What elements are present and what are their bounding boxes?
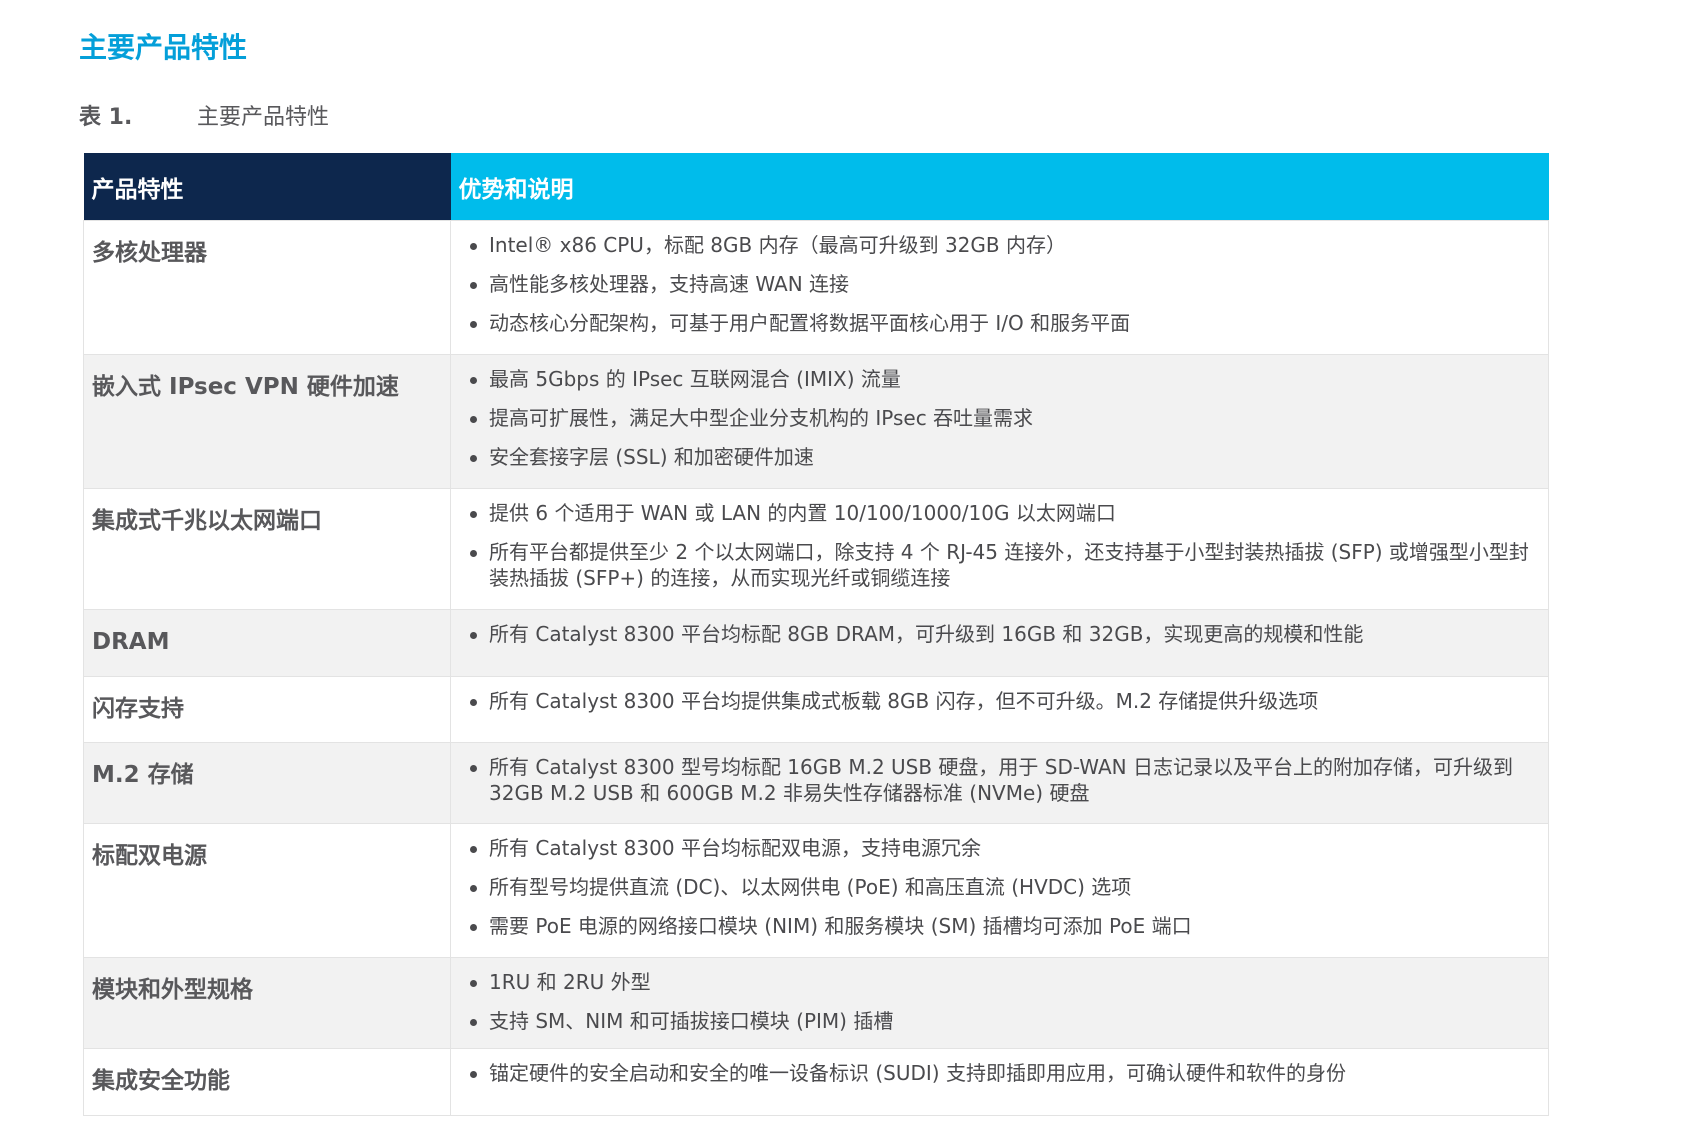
feature-cell: 多核处理器 [83, 220, 451, 355]
section-title: 主要产品特性 [79, 31, 248, 64]
feature-cell: 模块和外型规格 [83, 957, 451, 1049]
bullet-list: 所有 Catalyst 8300 平台均标配双电源，支持电源冗余 所有型号均提供直… [469, 835, 1530, 939]
table-row: 模块和外型规格 1RU 和 2RU 外型 支持 SM、NIM 和可插拔接口模块 (P… [83, 957, 1549, 1049]
bullet-list: 最高 5Gbps 的 IPsec 互联网混合 (IMIX) 流量 提高可扩展性，满… [469, 366, 1530, 470]
bullet-list: 所有 Catalyst 8300 平台均提供集成式板载 8GB 闪存，但不可升级… [469, 688, 1530, 714]
feature-cell: M.2 存储 [83, 742, 451, 824]
list-item: 安全套接字层 (SSL) 和加密硬件加速 [469, 444, 1530, 470]
feature-cell: DRAM [83, 609, 451, 677]
feature-cell: 嵌入式 IPsec VPN 硬件加速 [83, 354, 451, 489]
description-cell: 1RU 和 2RU 外型 支持 SM、NIM 和可插拔接口模块 (PIM) 插槽 [450, 957, 1549, 1049]
list-item: 提供 6 个适用于 WAN 或 LAN 的内置 10/100/1000/10G … [469, 500, 1530, 526]
description-cell: Intel® x86 CPU，标配 8GB 内存（最高可升级到 32GB 内存）… [450, 220, 1549, 355]
table-row: 嵌入式 IPsec VPN 硬件加速 最高 5Gbps 的 IPsec 互联网混合… [83, 354, 1549, 489]
table-row: 集成式千兆以太网端口 提供 6 个适用于 WAN 或 LAN 的内置 10/100… [83, 488, 1549, 610]
table-row: 集成安全功能 锚定硬件的安全启动和安全的唯一设备标识 (SUDI) 支持即插即用应… [83, 1048, 1549, 1116]
table-row: 标配双电源 所有 Catalyst 8300 平台均标配双电源，支持电源冗余 所有型… [83, 823, 1549, 958]
list-item: 支持 SM、NIM 和可插拔接口模块 (PIM) 插槽 [469, 1008, 1530, 1034]
header-product-feature: 产品特性 [83, 153, 451, 221]
description-cell: 所有 Catalyst 8300 平台均提供集成式板载 8GB 闪存，但不可升级… [450, 676, 1549, 743]
table-caption-title: 主要产品特性 [197, 105, 330, 130]
list-item: 动态核心分配架构，可基于用户配置将数据平面核心用于 I/O 和服务平面 [469, 310, 1530, 336]
feature-cell: 标配双电源 [83, 823, 451, 958]
description-cell: 所有 Catalyst 8300 型号均标配 16GB M.2 USB 硬盘，用… [450, 742, 1549, 824]
bullet-list: Intel® x86 CPU，标配 8GB 内存（最高可升级到 32GB 内存）… [469, 232, 1530, 336]
table-row: M.2 存储 所有 Catalyst 8300 型号均标配 16GB M.2 US… [83, 742, 1549, 824]
description-cell: 最高 5Gbps 的 IPsec 互联网混合 (IMIX) 流量 提高可扩展性，满… [450, 354, 1549, 489]
list-item: 所有平台都提供至少 2 个以太网端口，除支持 4 个 RJ-45 连接外，还支持… [469, 539, 1530, 591]
list-item: 需要 PoE 电源的网络接口模块 (NIM) 和服务模块 (SM) 插槽均可添加… [469, 913, 1530, 939]
list-item: 所有型号均提供直流 (DC)、以太网供电 (PoE) 和高压直流 (HVDC) … [469, 874, 1530, 900]
bullet-list: 锚定硬件的安全启动和安全的唯一设备标识 (SUDI) 支持即插即用应用，可确认硬… [469, 1060, 1530, 1086]
bullet-list: 所有 Catalyst 8300 型号均标配 16GB M.2 USB 硬盘，用… [469, 754, 1530, 806]
description-cell: 所有 Catalyst 8300 平台均标配双电源，支持电源冗余 所有型号均提供直… [450, 823, 1549, 958]
description-cell: 提供 6 个适用于 WAN 或 LAN 的内置 10/100/1000/10G … [450, 488, 1549, 610]
list-item: 提高可扩展性，满足大中型企业分支机构的 IPsec 吞吐量需求 [469, 405, 1530, 431]
table-caption: 表 1. 主要产品特性 [79, 101, 329, 135]
bullet-list: 1RU 和 2RU 外型 支持 SM、NIM 和可插拔接口模块 (PIM) 插槽 [469, 969, 1530, 1034]
list-item: 锚定硬件的安全启动和安全的唯一设备标识 (SUDI) 支持即插即用应用，可确认硬… [469, 1060, 1530, 1086]
list-item: 高性能多核处理器，支持高速 WAN 连接 [469, 271, 1530, 297]
list-item: 所有 Catalyst 8300 平台均提供集成式板载 8GB 闪存，但不可升级… [469, 688, 1530, 714]
table-row: 多核处理器 Intel® x86 CPU，标配 8GB 内存（最高可升级到 32G… [83, 220, 1549, 355]
list-item: 最高 5Gbps 的 IPsec 互联网混合 (IMIX) 流量 [469, 366, 1530, 392]
bullet-list: 所有 Catalyst 8300 平台均标配 8GB DRAM，可升级到 16G… [469, 621, 1530, 647]
list-item: 所有 Catalyst 8300 平台均标配 8GB DRAM，可升级到 16G… [469, 621, 1530, 647]
feature-cell: 集成安全功能 [83, 1048, 451, 1116]
feature-cell: 集成式千兆以太网端口 [83, 488, 451, 610]
table-row: DRAM 所有 Catalyst 8300 平台均标配 8GB DRAM，可升级到… [83, 609, 1549, 677]
header-benefits-description: 优势和说明 [450, 153, 1549, 221]
table-row: 闪存支持 所有 Catalyst 8300 平台均提供集成式板载 8GB 闪存，但… [83, 676, 1549, 743]
bullet-list: 提供 6 个适用于 WAN 或 LAN 的内置 10/100/1000/10G … [469, 500, 1530, 591]
table-header-row: 产品特性 优势和说明 [83, 153, 1549, 221]
description-cell: 锚定硬件的安全启动和安全的唯一设备标识 (SUDI) 支持即插即用应用，可确认硬… [450, 1048, 1549, 1116]
feature-cell: 闪存支持 [83, 676, 451, 743]
list-item: 所有 Catalyst 8300 平台均标配双电源，支持电源冗余 [469, 835, 1530, 861]
description-cell: 所有 Catalyst 8300 平台均标配 8GB DRAM，可升级到 16G… [450, 609, 1549, 677]
table-body: 多核处理器 Intel® x86 CPU，标配 8GB 内存（最高可升级到 32G… [83, 220, 1549, 1116]
list-item: 1RU 和 2RU 外型 [469, 969, 1530, 995]
list-item: Intel® x86 CPU，标配 8GB 内存（最高可升级到 32GB 内存） [469, 232, 1530, 258]
table-caption-number: 表 1. [79, 105, 133, 130]
product-features-table: 产品特性 优势和说明 多核处理器 Intel® x86 CPU，标配 8GB 内存… [83, 153, 1549, 1116]
list-item: 所有 Catalyst 8300 型号均标配 16GB M.2 USB 硬盘，用… [469, 754, 1530, 806]
